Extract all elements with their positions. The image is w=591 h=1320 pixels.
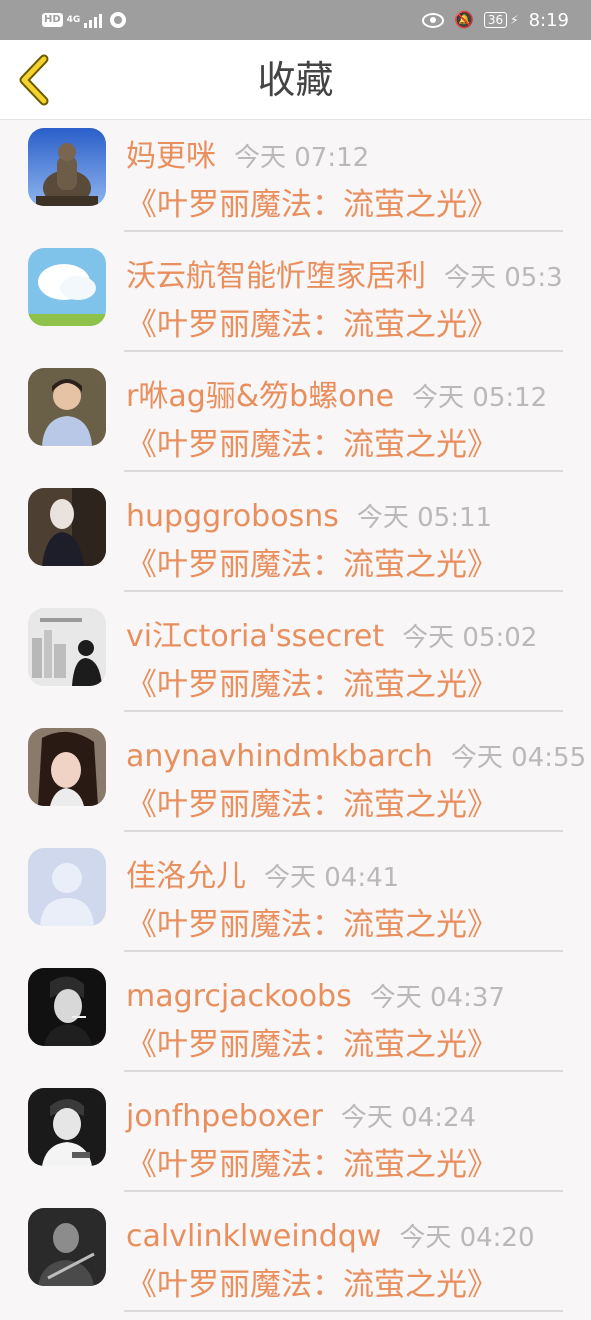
girl-dark-avatar[interactable] (28, 488, 106, 566)
user-name: r咻ag骊&笏b螺one 今天 05:12 (126, 377, 547, 418)
timestamp: 今天 05:12 (412, 383, 548, 413)
divider (124, 830, 563, 832)
user-name: hupggrobosns 今天 05:11 (126, 497, 492, 538)
timestamp: 今天 04:55 (450, 743, 587, 773)
smoking-man-avatar[interactable] (28, 968, 106, 1046)
page-title: 收藏 (257, 58, 334, 102)
divider (124, 1070, 563, 1072)
item-title[interactable]: 《叶罗丽魔法：流萤之光》 (126, 184, 498, 226)
user-name: 沃云航智能忻堕家居利 今天 05:3 (126, 257, 563, 298)
timestamp: 今天 04:20 (399, 1223, 535, 1253)
divider (124, 590, 563, 592)
status-left: HD 4G (42, 9, 127, 31)
divider (124, 1310, 563, 1312)
user-name-text: 佳洛允儿 (126, 859, 246, 894)
list-item[interactable]: 佳洛允儿 今天 04:41 《叶罗丽魔法：流萤之光》 (0, 840, 591, 960)
app-header: 收藏 (0, 40, 591, 120)
user-name: calvlinklweindqw 今天 04:20 (126, 1217, 535, 1258)
battery-icon: 36 (483, 12, 508, 28)
list-item[interactable]: magrcjackoobs 今天 04:37 《叶罗丽魔法：流萤之光》 (0, 960, 591, 1080)
divider (124, 950, 563, 952)
signal-icon (84, 12, 103, 28)
city-silhouette-avatar[interactable] (28, 608, 106, 686)
boy-portrait-avatar[interactable] (28, 368, 106, 446)
list-item[interactable]: r咻ag骊&笏b螺one 今天 05:12 《叶罗丽魔法：流萤之光》 (0, 360, 591, 480)
default-user-avatar[interactable] (28, 848, 106, 926)
favorites-list: 妈更咪 今天 07:12 《叶罗丽魔法：流萤之光》 沃云航智能忻堕家居利 今天 05… (0, 120, 591, 1320)
item-title[interactable]: 《叶罗丽魔法：流萤之光》 (126, 544, 498, 586)
user-name: jonfhpeboxer 今天 04:24 (126, 1097, 476, 1138)
status-time: 8:19 (528, 9, 569, 31)
status-bar: HD 4G 🔕 36 ⚡ 8:19 (0, 0, 591, 40)
user-name: magrcjackoobs 今天 04:37 (126, 977, 505, 1018)
network-type: 4G (66, 14, 81, 25)
list-item[interactable]: vi江ctoria'ssecret 今天 05:02 《叶罗丽魔法：流萤之光》 (0, 600, 591, 720)
hd-icon: HD (42, 13, 63, 27)
timestamp: 今天 04:41 (264, 863, 400, 893)
item-title[interactable]: 《叶罗丽魔法：流萤之光》 (126, 784, 498, 826)
divider (124, 710, 563, 712)
list-item[interactable]: 沃云航智能忻堕家居利 今天 05:3 《叶罗丽魔法：流萤之光》 (0, 240, 591, 360)
user-name: 佳洛允儿 今天 04:41 (126, 857, 399, 898)
divider (124, 470, 563, 472)
user-name-text: anynavhindmkbarch (126, 739, 433, 774)
list-item[interactable]: calvlinklweindqw 今天 04:20 《叶罗丽魔法：流萤之光》 (0, 1200, 591, 1320)
list-item[interactable]: anynavhindmkbarch 今天 04:55 《叶罗丽魔法：流萤之光》 (0, 720, 591, 840)
timestamp: 今天 07:12 (234, 143, 370, 173)
item-title[interactable]: 《叶罗丽魔法：流萤之光》 (126, 664, 498, 706)
buddha-statue-avatar[interactable] (28, 128, 106, 206)
item-title[interactable]: 《叶罗丽魔法：流萤之光》 (126, 1264, 498, 1306)
user-name-text: calvlinklweindqw (126, 1219, 382, 1254)
user-name-text: vi江ctoria'ssecret (126, 619, 385, 654)
user-name: anynavhindmkbarch 今天 04:55 (126, 737, 586, 778)
item-title[interactable]: 《叶罗丽魔法：流萤之光》 (126, 304, 498, 346)
user-name-text: jonfhpeboxer (126, 1099, 323, 1134)
item-title[interactable]: 《叶罗丽魔法：流萤之光》 (126, 1024, 498, 1066)
timestamp: 今天 05:11 (356, 503, 493, 533)
list-item[interactable]: jonfhpeboxer 今天 04:24 《叶罗丽魔法：流萤之光》 (0, 1080, 591, 1200)
charging-icon: ⚡ (510, 13, 519, 27)
timestamp: 今天 05:02 (402, 623, 538, 653)
status-right: 🔕 36 ⚡ 8:19 (421, 8, 569, 32)
user-name-text: magrcjackoobs (126, 979, 352, 1014)
timestamp: 今天 04:24 (340, 1103, 477, 1133)
sky-cloud-avatar[interactable] (28, 248, 106, 326)
divider (124, 1190, 563, 1192)
user-name-text: hupggrobosns (126, 499, 339, 534)
user-name: 妈更咪 今天 07:12 (126, 137, 369, 178)
mute-bell-icon: 🔕 (453, 10, 474, 29)
list-item[interactable]: hupggrobosns 今天 05:11 《叶罗丽魔法：流萤之光》 (0, 480, 591, 600)
user-name-text: 妈更咪 (126, 139, 216, 174)
timestamp: 今天 04:37 (369, 983, 505, 1013)
bw-guitar-avatar[interactable] (28, 1208, 106, 1286)
item-title[interactable]: 《叶罗丽魔法：流萤之光》 (126, 424, 498, 466)
user-name: vi江ctoria'ssecret 今天 05:02 (126, 617, 537, 658)
user-name-text: r咻ag骊&笏b螺one (126, 379, 395, 414)
girl-selfie-avatar[interactable] (28, 728, 106, 806)
eye-comfort-icon (421, 12, 444, 28)
timestamp: 今天 05:3 (444, 263, 563, 293)
bw-man-avatar[interactable] (28, 1088, 106, 1166)
divider (124, 350, 563, 352)
list-item[interactable]: 妈更咪 今天 07:12 《叶罗丽魔法：流萤之光》 (0, 120, 591, 240)
item-title[interactable]: 《叶罗丽魔法：流萤之光》 (126, 904, 498, 946)
item-title[interactable]: 《叶罗丽魔法：流萤之光》 (126, 1144, 498, 1186)
user-name-text: 沃云航智能忻堕家居利 (126, 259, 426, 294)
divider (124, 230, 563, 232)
vpn-globe-icon (110, 12, 127, 28)
